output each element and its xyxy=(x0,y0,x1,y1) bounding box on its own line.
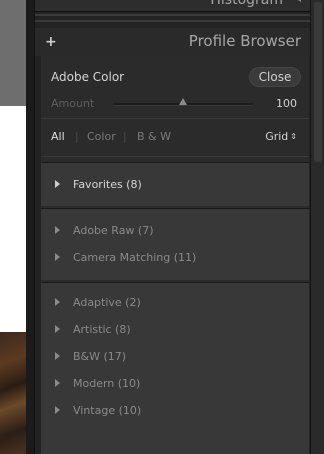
scrollbar-thumb[interactable] xyxy=(314,2,322,162)
canvas-edge xyxy=(26,0,34,454)
histogram-title: Histogram xyxy=(210,0,283,8)
close-button[interactable]: Close xyxy=(249,67,301,87)
profile-group-label: Favorites (8) xyxy=(73,178,142,191)
expand-triangle-icon[interactable] xyxy=(55,325,60,333)
photo-white-area xyxy=(0,106,26,332)
profile-group-label: B&W (17) xyxy=(73,350,127,363)
amount-label: Amount xyxy=(51,97,95,110)
profile-group-label: Adobe Raw (7) xyxy=(73,224,154,237)
expand-triangle-icon[interactable] xyxy=(55,352,60,360)
expand-triangle-icon[interactable] xyxy=(55,253,60,261)
expand-triangle-icon[interactable] xyxy=(55,226,60,234)
photo-canvas xyxy=(0,0,34,454)
filter-all[interactable]: All xyxy=(51,130,65,143)
profile-group-label: Artistic (8) xyxy=(73,323,131,336)
panel-scrollbar[interactable] xyxy=(310,0,324,454)
amount-value[interactable]: 100 xyxy=(276,97,297,110)
profile-group-modern[interactable]: Modern (10) xyxy=(41,373,309,395)
expand-triangle-icon[interactable] xyxy=(55,180,60,188)
profile-group-camera-matching[interactable]: Camera Matching (11) xyxy=(41,247,309,269)
divider xyxy=(41,156,309,157)
profile-group-adobe-raw[interactable]: Adobe Raw (7) xyxy=(41,220,309,242)
profile-group-bw[interactable]: B&W (17) xyxy=(41,346,309,368)
profile-group-label: Adaptive (2) xyxy=(73,296,141,309)
view-mode-label: Grid xyxy=(265,130,289,143)
add-profile-icon[interactable]: + xyxy=(45,34,57,50)
profile-group-artistic[interactable]: Artistic (8) xyxy=(41,319,309,341)
photo-image xyxy=(0,332,26,454)
collapse-triangle-icon[interactable] xyxy=(295,0,301,2)
profile-group-favorites[interactable]: Favorites (8) xyxy=(41,174,309,196)
favorites-group: Favorites (8) xyxy=(41,162,309,206)
amount-row: Amount 100 xyxy=(41,94,309,114)
filter-color[interactable]: Color xyxy=(87,130,116,143)
view-mode-dropdown[interactable]: Grid ⇕ xyxy=(265,130,297,143)
panel-separator xyxy=(35,20,311,22)
current-profile-row: Adobe Color Close xyxy=(41,62,309,92)
filter-bw[interactable]: B & W xyxy=(137,130,171,143)
expand-triangle-icon[interactable] xyxy=(55,379,60,387)
panel-separator xyxy=(35,14,311,16)
profile-group-vintage[interactable]: Vintage (10) xyxy=(41,400,309,422)
adobe-profiles-group: Adobe Raw (7) Camera Matching (11) xyxy=(41,208,309,280)
filter-separator: | xyxy=(75,130,79,143)
profile-browser-header: + Profile Browser xyxy=(35,28,311,56)
profile-browser-body: Adobe Color Close Amount 100 All | Color… xyxy=(41,56,309,454)
right-panel: Histogram + Profile Browser Adobe Color … xyxy=(34,0,311,454)
profile-browser-title: Profile Browser xyxy=(188,32,301,50)
expand-triangle-icon[interactable] xyxy=(55,298,60,306)
profile-group-label: Vintage (10) xyxy=(73,404,142,417)
amount-slider-knob[interactable] xyxy=(179,98,187,105)
divider xyxy=(41,118,309,119)
current-profile-name: Adobe Color xyxy=(51,70,125,84)
profile-group-adaptive[interactable]: Adaptive (2) xyxy=(41,292,309,314)
updown-arrows-icon: ⇕ xyxy=(290,132,297,141)
expand-triangle-icon[interactable] xyxy=(55,406,60,414)
histogram-header[interactable]: Histogram xyxy=(35,0,311,12)
creative-profiles-group: Adaptive (2) Artistic (8) B&W (17) Moder… xyxy=(41,282,309,454)
profile-filter-bar: All | Color | B & W Grid ⇕ xyxy=(41,124,309,148)
profile-group-label: Modern (10) xyxy=(73,377,141,390)
filter-separator: | xyxy=(123,130,127,143)
profile-group-label: Camera Matching (11) xyxy=(73,251,197,264)
